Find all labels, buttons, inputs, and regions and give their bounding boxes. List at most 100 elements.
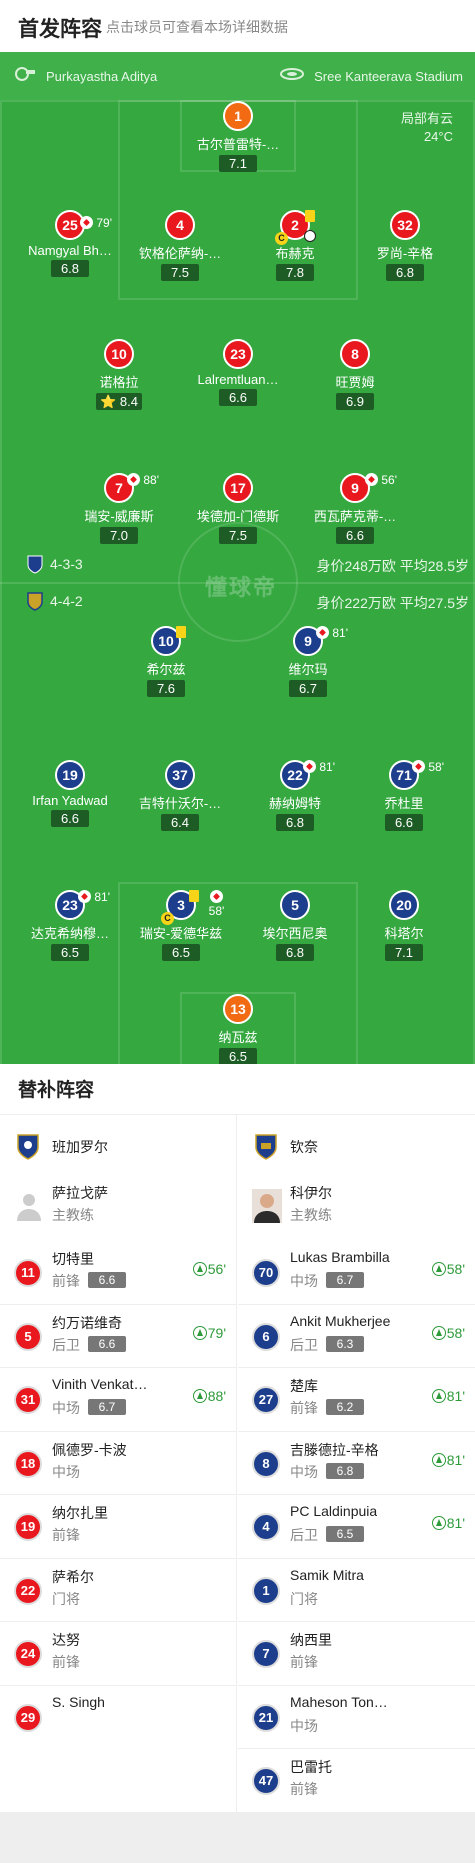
- sub-position: 中场: [52, 1463, 80, 1480]
- sub-position: 前锋: [290, 1654, 318, 1670]
- away-team-crest-icon: [255, 1134, 277, 1160]
- sub-position: 中场: [52, 1400, 80, 1416]
- sub-player-row[interactable]: 70 Lukas Brambilla 中场 6.7 58': [238, 1241, 475, 1305]
- sub-player-row[interactable]: 11 切特里 前锋 6.6 56': [0, 1241, 236, 1305]
- player-name: 乔杜里: [384, 796, 424, 811]
- sub-number: 5: [14, 1322, 42, 1351]
- star-icon: ⭐: [100, 394, 117, 409]
- player-rating: ⭐ 8.4: [96, 393, 142, 410]
- sub-player-row[interactable]: 18 佩德罗-卡波 中场: [0, 1432, 236, 1495]
- player-number: 4: [165, 210, 195, 240]
- sub-off-icon: [303, 760, 316, 773]
- sub-in-time: 56': [192, 1261, 226, 1277]
- player-rating: 6.9: [336, 393, 374, 410]
- sub-player-row[interactable]: 8 吉滕德拉-辛格 中场 6.8 81': [238, 1432, 475, 1495]
- player-rating: 6.4: [161, 814, 199, 831]
- sub-rating: 6.7: [88, 1399, 126, 1415]
- sub-number: 47: [252, 1767, 280, 1795]
- sub-player-row[interactable]: 47 巴雷托 前锋: [238, 1749, 475, 1813]
- sub-player-row[interactable]: 6 Ankit Mukherjee 后卫 6.3 58': [238, 1305, 475, 1368]
- sub-name: Ankit Mukherjee: [290, 1312, 391, 1329]
- player-home-32[interactable]: 32 罗尚-辛格 6.8: [355, 210, 455, 282]
- sub-minute: 81': [319, 760, 335, 774]
- away-formation: 4-4-2: [50, 593, 83, 609]
- player-name: 纳瓦兹: [218, 1030, 258, 1045]
- sub-number: 27: [252, 1386, 280, 1414]
- player-home-7[interactable]: 7 88' 瑞安-威廉斯 7.0: [69, 473, 169, 545]
- away-team-badge-icon: [27, 592, 43, 611]
- player-name: 西瓦萨克蒂-…: [313, 509, 397, 524]
- home-coach[interactable]: 萨拉戈萨 主教练: [0, 1177, 236, 1241]
- sub-in-minute: 58': [446, 1324, 465, 1341]
- player-number: 19: [55, 760, 85, 790]
- sub-in-time: 81': [431, 1515, 465, 1531]
- sub-off-marker: 58': [412, 760, 444, 774]
- away-coach[interactable]: 科伊尔 主教练: [238, 1177, 475, 1241]
- sub-player-row[interactable]: 24 达努 前锋: [0, 1622, 236, 1686]
- home-team-header: 班加罗尔: [0, 1115, 236, 1177]
- sub-rating: 6.6: [88, 1335, 126, 1352]
- sub-in-time: 81': [431, 1452, 465, 1468]
- player-home-23[interactable]: 23 Lalremtluan… 6.6: [188, 339, 288, 407]
- sub-off-marker: 81': [303, 760, 335, 774]
- stadium-icon: [280, 68, 304, 80]
- sub-in-minute: 81': [446, 1388, 465, 1404]
- player-away-37[interactable]: 37 吉特什沃尔-… 6.4: [130, 760, 230, 832]
- sub-position: 门将: [290, 1590, 318, 1607]
- player-home-17[interactable]: 17 埃德加-门德斯 7.5: [188, 473, 288, 545]
- sub-minute: 81': [332, 626, 348, 640]
- coach-photo-icon: [252, 1189, 282, 1223]
- player-name: 瑞安-威廉斯: [84, 509, 154, 524]
- player-rating: 6.8: [276, 814, 314, 831]
- sub-in-time: 81': [431, 1388, 465, 1404]
- sub-player-row[interactable]: 7 纳西里 前锋: [238, 1622, 475, 1686]
- sub-off-icon: [210, 890, 223, 903]
- sub-player-row[interactable]: 29 S. Singh: [0, 1686, 236, 1814]
- sub-position: 前锋: [52, 1527, 80, 1543]
- sub-in-minute: 56': [207, 1261, 226, 1277]
- captain-icon: C: [161, 912, 174, 925]
- player-home-2[interactable]: 2 C 布赫克 7.8: [245, 210, 345, 282]
- player-rating: 7.8: [276, 264, 314, 281]
- player-away-5[interactable]: 5 埃尔西尼奥 6.8: [245, 890, 345, 962]
- player-home-10[interactable]: 10 诺格拉 ⭐ 8.4: [69, 339, 169, 411]
- player-away-10[interactable]: 10 希尔兹 7.6: [116, 626, 216, 698]
- sub-rating: 6.3: [326, 1335, 364, 1352]
- sub-player-row[interactable]: 31 Vinith Venkat… 中场 6.7 88': [0, 1368, 236, 1432]
- player-home-25[interactable]: 25 79' Namgyal Bh… 6.8: [20, 210, 120, 278]
- player-name: Lalremtluan…: [197, 372, 279, 387]
- player-away-22[interactable]: 22 81' 赫纳姆特 6.8: [245, 760, 345, 832]
- player-home-1[interactable]: 1 古尔普雷特-… 7.1: [188, 101, 288, 173]
- captain-icon: C: [275, 232, 288, 245]
- sub-player-row[interactable]: 1 Samik Mitra 门将: [238, 1559, 475, 1622]
- player-home-8[interactable]: 8 旺贾姆 6.9: [305, 339, 405, 411]
- sub-number: 22: [14, 1576, 42, 1605]
- sub-player-row[interactable]: 19 纳尔扎里 前锋: [0, 1495, 236, 1559]
- player-home-9[interactable]: 9 56' 西瓦萨克蒂-… 6.6: [305, 473, 405, 545]
- home-team-name: 班加罗尔: [52, 1139, 108, 1155]
- player-away-19[interactable]: 19 Irfan Yadwad 6.6: [20, 760, 120, 828]
- sub-off-icon: [412, 760, 425, 773]
- sub-in-minute: 88': [207, 1388, 226, 1404]
- player-away-9[interactable]: 9 81' 维尔玛 6.7: [258, 626, 358, 698]
- player-rating: 6.5: [219, 1048, 257, 1064]
- player-rating: 7.0: [100, 527, 138, 544]
- weather-desc: 局部有云: [400, 111, 453, 126]
- player-away-13[interactable]: 13 纳瓦兹 6.5: [188, 994, 288, 1064]
- player-away-3[interactable]: 3 C 58' 瑞安-爱德华兹 6.5: [131, 890, 231, 962]
- player-away-71[interactable]: 71 58' 乔杜里 6.6: [354, 760, 454, 832]
- player-away-20[interactable]: 20 科塔尔 7.1: [354, 890, 454, 962]
- sub-off-icon: [316, 626, 329, 639]
- sub-player-row[interactable]: 22 萨希尔 门将: [0, 1559, 236, 1622]
- sub-minute: 58': [208, 904, 225, 918]
- sub-in-time: 58': [431, 1261, 465, 1277]
- player-home-4[interactable]: 4 钦格伦萨纳-… 7.5: [130, 210, 230, 282]
- sub-player-row[interactable]: 27 楚库 前锋 6.2 81': [238, 1368, 475, 1432]
- sub-player-row[interactable]: 4 PC Laldinpuia 后卫 6.5 81': [238, 1495, 475, 1559]
- sub-player-row[interactable]: 21 Maheson Ton… 中场: [238, 1686, 475, 1749]
- player-away-23[interactable]: 23 81' 达克希纳穆… 6.5: [20, 890, 120, 962]
- sub-player-row[interactable]: 5 约万诺维奇 后卫 6.6 79': [0, 1305, 236, 1368]
- sub-in-icon: [192, 1325, 207, 1340]
- home-team-crest-icon: [17, 1134, 39, 1160]
- sub-name: 楚库: [290, 1378, 318, 1394]
